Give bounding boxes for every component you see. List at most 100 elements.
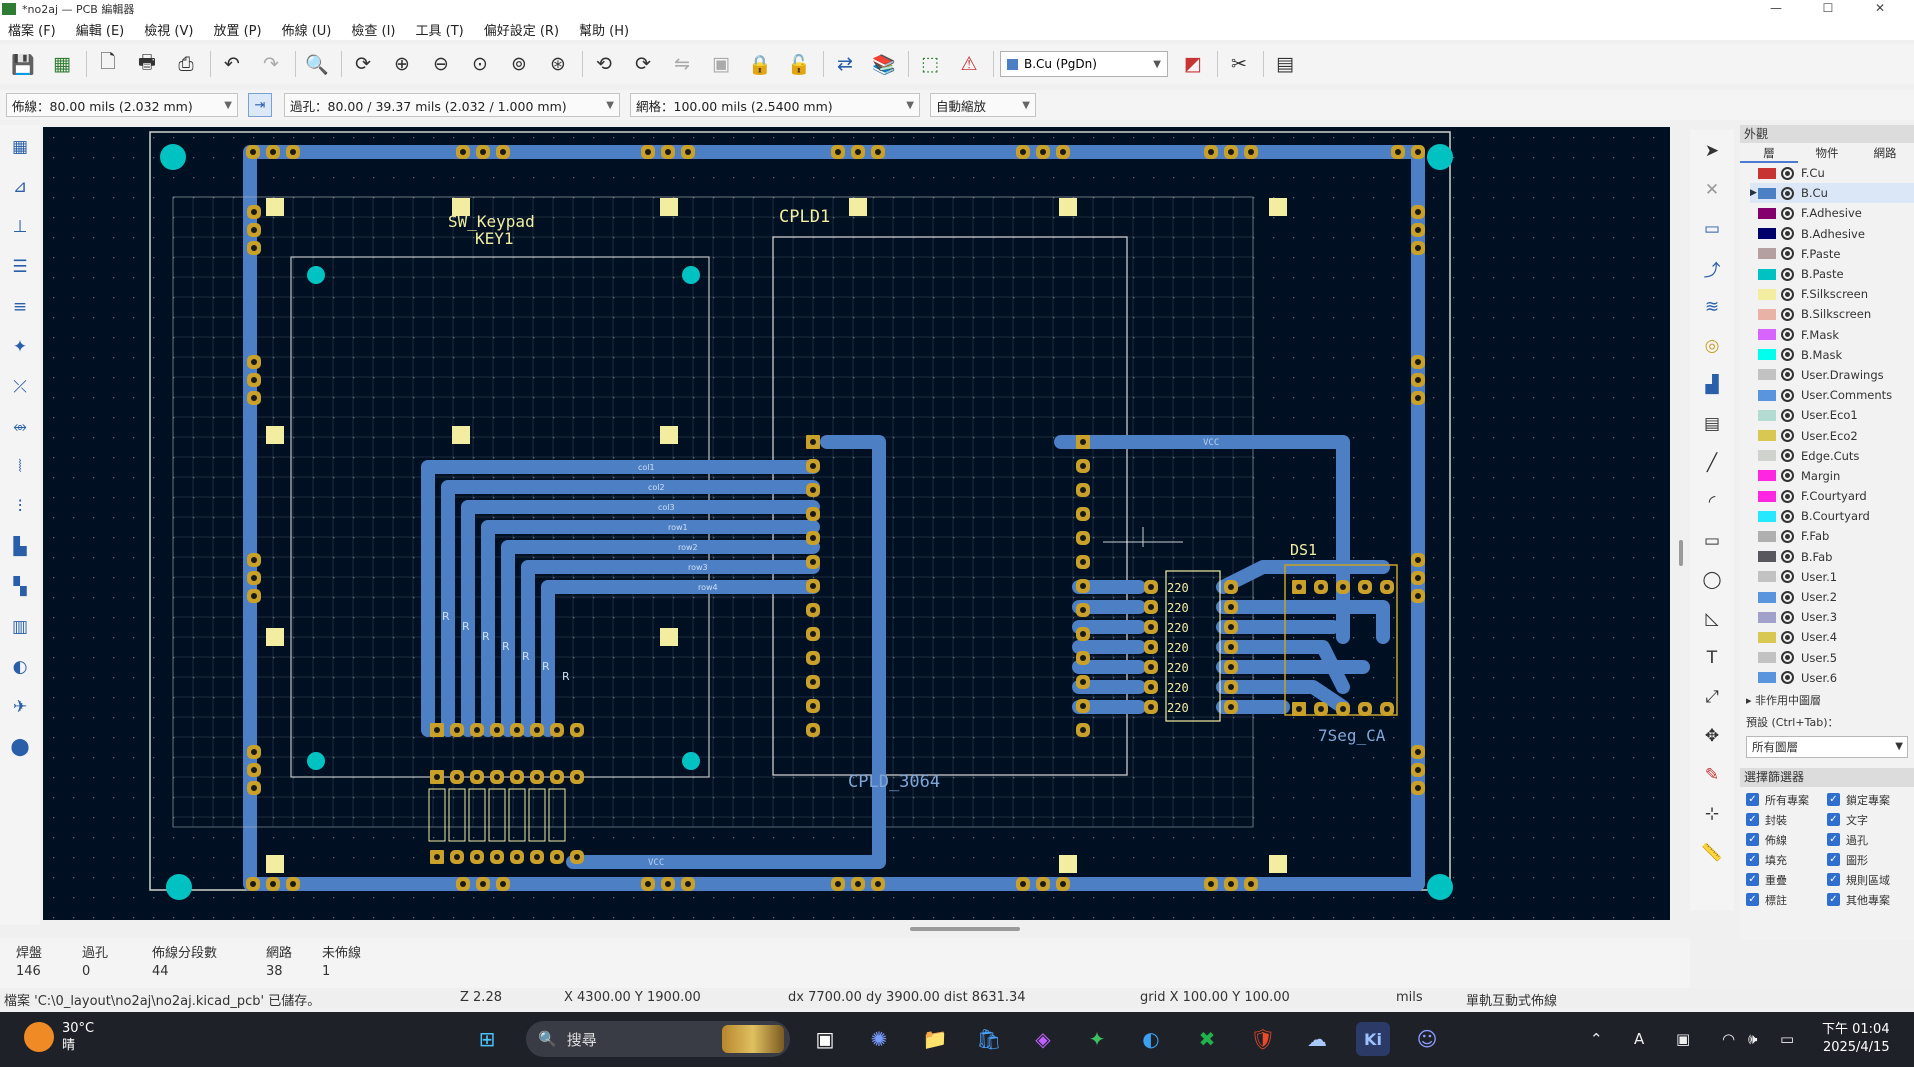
- layer-pair-icon[interactable]: ◩: [1178, 49, 1208, 79]
- edge-icon[interactable]: ◐: [1134, 1022, 1168, 1056]
- layer-row[interactable]: F.Paste: [1750, 244, 1914, 264]
- layer-color-swatch[interactable]: [1758, 672, 1776, 684]
- visibility-eye-icon[interactable]: [1781, 166, 1794, 180]
- visibility-eye-icon[interactable]: [1781, 408, 1794, 422]
- layer-color-swatch[interactable]: [1758, 631, 1776, 643]
- print-icon[interactable]: 🖶: [132, 49, 162, 79]
- track-outline-icon[interactable]: ☰: [6, 253, 34, 281]
- visibility-eye-icon[interactable]: [1781, 671, 1794, 685]
- draw-arc-icon[interactable]: ◜: [1697, 487, 1727, 517]
- start-icon[interactable]: ⊞: [470, 1022, 504, 1056]
- visibility-eye-icon[interactable]: [1781, 388, 1794, 402]
- layer-row[interactable]: B.Courtyard: [1750, 506, 1914, 526]
- polar-coords-icon[interactable]: ⊿: [6, 173, 34, 201]
- add-layer-align-icon[interactable]: ✥: [1697, 721, 1727, 751]
- layer-color-swatch[interactable]: [1758, 308, 1776, 320]
- save-icon[interactable]: 💾: [8, 49, 38, 79]
- tab-nets[interactable]: 網路: [1856, 143, 1914, 163]
- keypad-pad[interactable]: [660, 198, 678, 216]
- weather-widget[interactable]: 30°C 晴: [24, 1020, 94, 1054]
- plot-icon[interactable]: ⎙: [171, 49, 201, 79]
- pcb-canvas[interactable]: SW_Keypad KEY1 CPLD1 DS1 CPLD_3064 7Seg_…: [43, 127, 1670, 920]
- layer-color-swatch[interactable]: [1758, 571, 1776, 583]
- flip-icon[interactable]: ⇋: [667, 49, 697, 79]
- appearance-icon[interactable]: ⬤: [6, 733, 34, 761]
- units-icon[interactable]: ⊥: [6, 213, 34, 241]
- visibility-eye-icon[interactable]: [1781, 610, 1794, 624]
- filter-checkbox[interactable]: ✓ 鎖定專案: [1827, 791, 1908, 809]
- select-arrow-icon[interactable]: ➤: [1697, 136, 1727, 166]
- layer-color-swatch[interactable]: [1758, 167, 1776, 179]
- auto-track-width-icon[interactable]: ⇥: [248, 93, 272, 117]
- layer-row[interactable]: F.Adhesive: [1750, 203, 1914, 223]
- add-footprint-icon[interactable]: ▭: [1697, 214, 1727, 244]
- filter-checkbox[interactable]: ✓ 標註: [1746, 891, 1827, 909]
- unlock-icon[interactable]: 🔓: [784, 49, 814, 79]
- filter-checkbox[interactable]: ✓ 文字: [1827, 811, 1908, 829]
- layer-row[interactable]: User.Eco2: [1750, 425, 1914, 445]
- layer-color-swatch[interactable]: [1758, 349, 1776, 361]
- layer-row[interactable]: F.Mask: [1750, 325, 1914, 345]
- preset-dropdown[interactable]: 所有圖層 ▼: [1746, 735, 1908, 758]
- vertical-scrollbar[interactable]: [1679, 540, 1683, 566]
- layer-color-swatch[interactable]: [1758, 268, 1776, 280]
- keypad-pad[interactable]: [1059, 198, 1077, 216]
- draw-polygon-icon[interactable]: ◺: [1697, 604, 1727, 634]
- python-icon[interactable]: ▤: [1270, 49, 1300, 79]
- visibility-eye-icon[interactable]: [1781, 307, 1794, 321]
- layer-color-swatch[interactable]: [1758, 248, 1776, 260]
- layer-color-swatch[interactable]: [1758, 611, 1776, 623]
- app-icon[interactable]: ☁: [1300, 1022, 1334, 1056]
- menu-file[interactable]: 檔案 (F): [8, 20, 56, 39]
- layer-row[interactable]: B.Silkscreen: [1750, 304, 1914, 324]
- menu-preferences[interactable]: 偏好設定 (R): [484, 20, 559, 39]
- layer-row[interactable]: B.Fab: [1750, 547, 1914, 567]
- route-track-icon[interactable]: ⤴: [1697, 253, 1727, 283]
- page-setup-icon[interactable]: 🗋: [93, 49, 123, 79]
- tray-overflow-icon[interactable]: ⌃: [1590, 1030, 1603, 1048]
- layer-row[interactable]: User.2: [1750, 587, 1914, 607]
- drc-icon[interactable]: ⚠: [954, 49, 984, 79]
- keypad-pad[interactable]: [1269, 855, 1287, 873]
- measure-icon[interactable]: 📏: [1697, 838, 1727, 868]
- visibility-eye-icon[interactable]: [1781, 651, 1794, 665]
- layer-row[interactable]: Margin: [1750, 466, 1914, 486]
- layer-color-swatch[interactable]: [1758, 530, 1776, 542]
- layer-color-swatch[interactable]: [1758, 510, 1776, 522]
- draw-circle-icon[interactable]: ◯: [1697, 565, 1727, 595]
- non-active-layers-toggle[interactable]: ▸ 非作用中圖層: [1740, 688, 1914, 712]
- layer-row[interactable]: User.1: [1750, 567, 1914, 587]
- visibility-eye-icon[interactable]: [1781, 206, 1794, 220]
- xbox-icon[interactable]: ✦: [1080, 1022, 1114, 1056]
- store-icon[interactable]: 🛍: [972, 1022, 1006, 1056]
- layer-color-swatch[interactable]: [1758, 591, 1776, 603]
- layer-row[interactable]: User.5: [1750, 648, 1914, 668]
- layer-row[interactable]: F.Silkscreen: [1750, 284, 1914, 304]
- visibility-eye-icon[interactable]: [1781, 529, 1794, 543]
- layer-color-swatch[interactable]: [1758, 652, 1776, 664]
- layer-row[interactable]: F.Courtyard: [1750, 486, 1914, 506]
- ime-indicator[interactable]: A: [1634, 1030, 1644, 1048]
- tray-app-icon[interactable]: ▣: [1676, 1030, 1690, 1048]
- clock[interactable]: 下午 01:04 2025/4/15: [1822, 1021, 1890, 1057]
- layer-color-swatch[interactable]: [1758, 228, 1776, 240]
- pcb-drawing[interactable]: SW_Keypad KEY1 CPLD1 DS1 CPLD_3064 7Seg_…: [43, 127, 1670, 920]
- visibility-eye-icon[interactable]: [1781, 509, 1794, 523]
- visibility-eye-icon[interactable]: [1781, 590, 1794, 604]
- visibility-eye-icon[interactable]: [1781, 328, 1794, 342]
- menu-view[interactable]: 檢視 (V): [144, 20, 193, 39]
- zone-fill-icon[interactable]: ▙: [6, 533, 34, 561]
- filter-checkbox[interactable]: ✓ 過孔: [1827, 831, 1908, 849]
- file-explorer-icon[interactable]: 📁: [918, 1022, 952, 1056]
- footprint-library-icon[interactable]: 📚: [869, 49, 899, 79]
- lock-icon[interactable]: 🔒: [745, 49, 775, 79]
- redo-icon[interactable]: ↷: [256, 49, 286, 79]
- rotate-ccw-icon[interactable]: ⟲: [589, 49, 619, 79]
- layer-color-swatch[interactable]: [1758, 409, 1776, 421]
- menu-place[interactable]: 放置 (P): [213, 20, 261, 39]
- refresh-icon[interactable]: ⟳: [348, 49, 378, 79]
- tab-layers[interactable]: 層: [1740, 143, 1798, 163]
- microwave-icon[interactable]: ✈: [6, 693, 34, 721]
- layer-color-swatch[interactable]: [1758, 470, 1776, 482]
- keypad-pad[interactable]: [452, 426, 470, 444]
